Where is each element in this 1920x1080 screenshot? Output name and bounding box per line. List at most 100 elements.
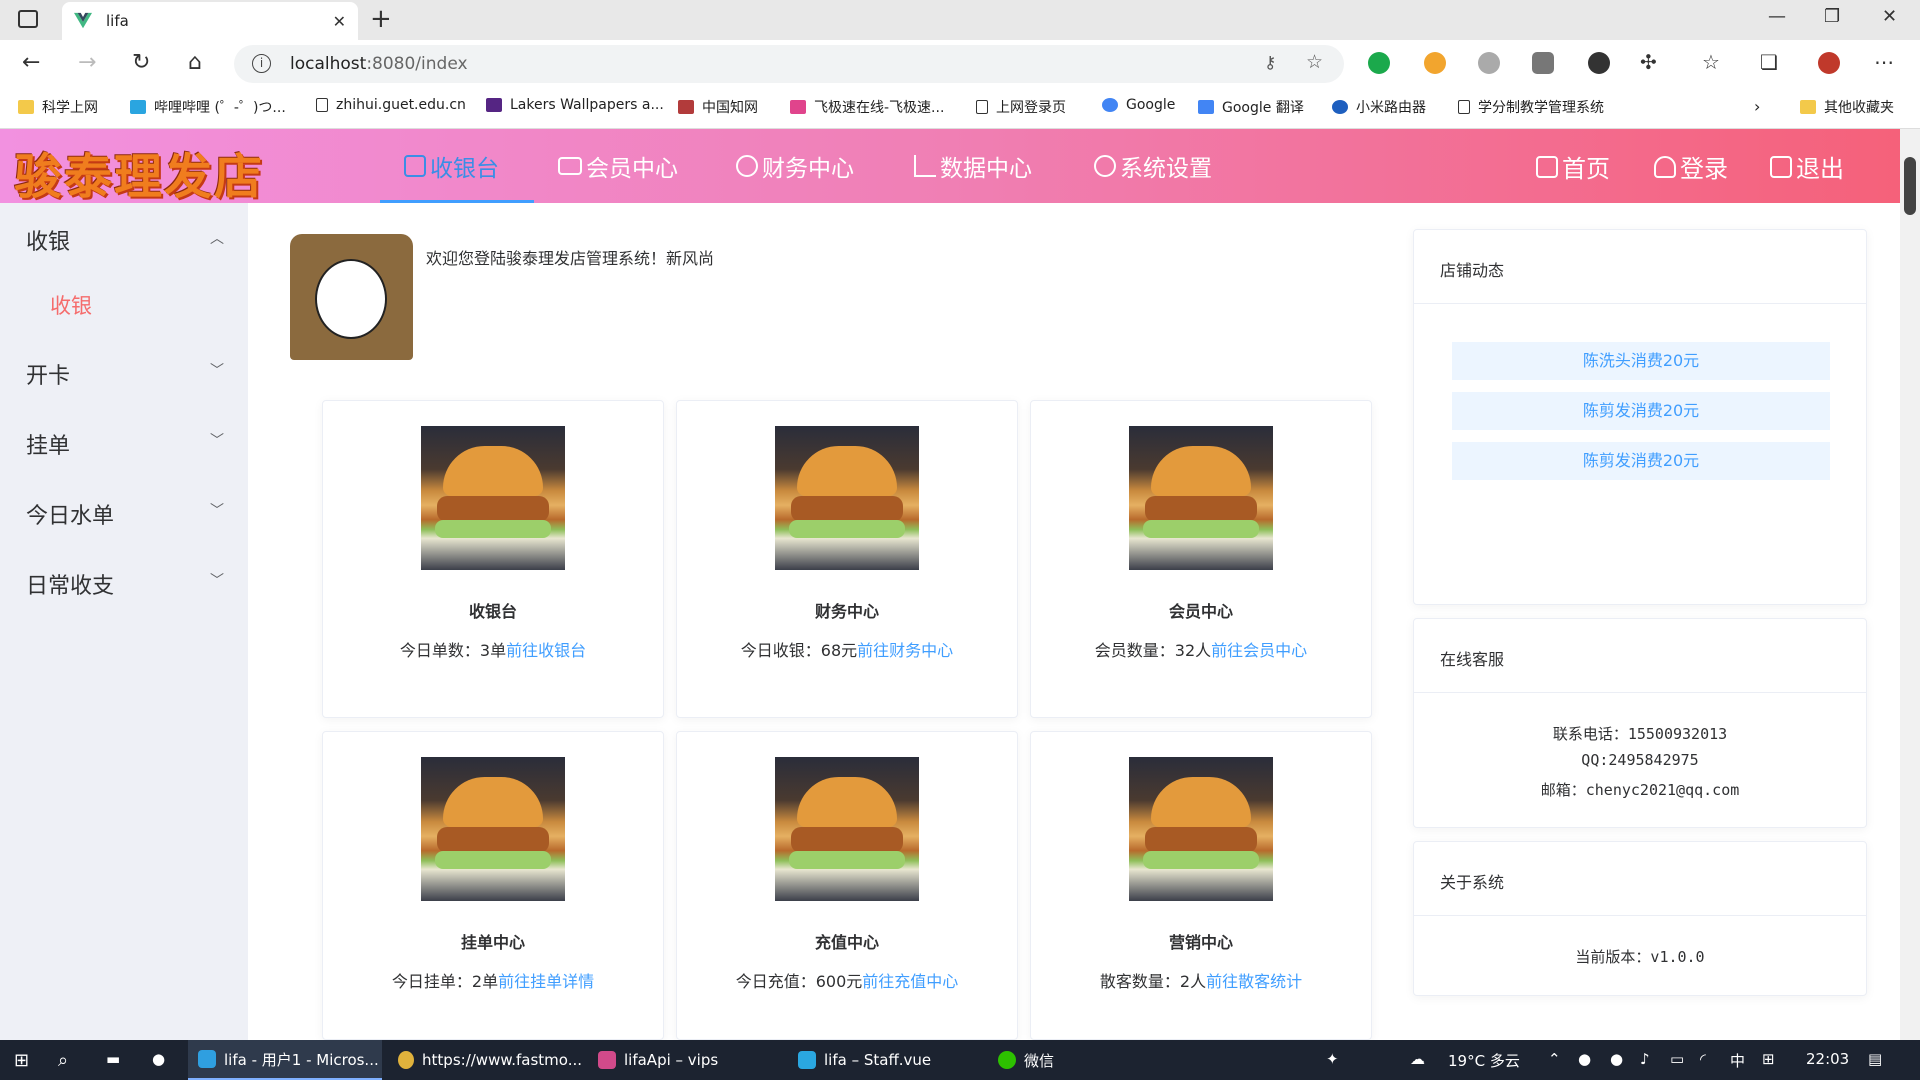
- nav-home[interactable]: 首页: [1536, 149, 1610, 184]
- scrollbar-thumb[interactable]: [1904, 157, 1916, 215]
- forward-icon[interactable]: →: [78, 50, 96, 75]
- profile-avatar[interactable]: [1818, 52, 1840, 74]
- extension-dark-icon[interactable]: [1588, 52, 1610, 74]
- extensions-puzzle-icon[interactable]: ✣: [1640, 50, 1657, 74]
- menu-group-pending[interactable]: 挂单: [26, 428, 70, 460]
- new-tab-icon[interactable]: +: [370, 4, 392, 34]
- bookmark-item[interactable]: zhihui.guet.edu.cn: [316, 97, 466, 113]
- chevron-down-icon[interactable]: ﹀: [210, 360, 224, 380]
- wifi-icon[interactable]: ◜: [1700, 1050, 1706, 1068]
- address-bar[interactable]: i localhost:8080/index ⚷ ☆: [234, 45, 1344, 83]
- bookmarks-overflow-icon[interactable]: ›: [1754, 97, 1760, 116]
- welcome-avatar-image: [290, 234, 413, 360]
- notification-center-icon[interactable]: ▤: [1868, 1050, 1882, 1068]
- taskbar-idea[interactable]: lifaApi – vips: [588, 1040, 782, 1080]
- page-scrollbar[interactable]: [1900, 129, 1920, 1040]
- favorites-icon[interactable]: ☆: [1702, 50, 1720, 74]
- bookmark-item[interactable]: Google: [1102, 97, 1175, 113]
- extension-shield-icon[interactable]: [1368, 52, 1390, 74]
- extension-gray-icon[interactable]: [1478, 52, 1500, 74]
- router-icon: [1332, 100, 1348, 114]
- minimize-icon[interactable]: —: [1768, 6, 1786, 27]
- card-stat: 会员数量：32人: [1094, 641, 1212, 660]
- nav-cashier[interactable]: 收银台: [404, 149, 499, 183]
- chevron-up-icon[interactable]: ︿: [210, 228, 224, 248]
- tab-actions-icon[interactable]: [18, 10, 38, 28]
- card-link[interactable]: 前往收银台: [506, 641, 586, 660]
- more-menu-icon[interactable]: ⋯: [1874, 50, 1894, 74]
- card-link[interactable]: 前往财务中心: [857, 641, 953, 660]
- app-icon[interactable]: ●: [152, 1050, 165, 1068]
- tray-app-icon[interactable]: ●: [1610, 1050, 1623, 1068]
- bookmark-item[interactable]: 其他收藏夹: [1800, 97, 1894, 117]
- menu-group-card[interactable]: 开卡: [26, 358, 70, 390]
- ime-indicator[interactable]: 中: [1730, 1050, 1745, 1071]
- menu-group-cashier[interactable]: 收银: [26, 224, 70, 256]
- taskbar-webstorm[interactable]: lifa – Staff.vue: [788, 1040, 982, 1080]
- news-item[interactable]: 陈洗头消费20元: [1452, 342, 1830, 380]
- extension-square-icon[interactable]: [1532, 52, 1554, 74]
- nav-data[interactable]: 数据中心: [914, 149, 1032, 183]
- back-icon[interactable]: ←: [22, 50, 40, 75]
- notification-app-icon[interactable]: ✦: [1326, 1050, 1339, 1068]
- tab-title: lifa: [106, 12, 129, 30]
- bookmark-item[interactable]: 中国知网: [678, 97, 758, 117]
- tray-wechat-icon[interactable]: ●: [1578, 1050, 1591, 1068]
- battery-icon[interactable]: ▭: [1670, 1050, 1684, 1068]
- bookmark-item[interactable]: 飞极速在线-飞极速...: [790, 97, 944, 117]
- keyboard-icon[interactable]: ⊞: [1762, 1050, 1775, 1068]
- volume-icon[interactable]: ♪: [1640, 1050, 1650, 1068]
- bookmark-item[interactable]: Google 翻译: [1198, 97, 1304, 117]
- nav-finance[interactable]: 财务中心: [736, 149, 854, 183]
- taskbar-edge[interactable]: lifa - 用户1 - Micros...: [188, 1040, 382, 1080]
- taskbar-wechat[interactable]: 微信: [988, 1040, 1182, 1080]
- extension-badge-icon[interactable]: [1424, 52, 1446, 74]
- google-translate-icon: [1198, 100, 1214, 114]
- chevron-down-icon[interactable]: ﹀: [210, 500, 224, 520]
- nav-member[interactable]: 会员中心: [558, 149, 678, 183]
- browser-tab[interactable]: lifa ✕: [62, 2, 358, 40]
- close-window-icon[interactable]: ✕: [1882, 6, 1897, 27]
- favorite-add-icon[interactable]: ☆: [1306, 51, 1323, 73]
- key-icon[interactable]: ⚷: [1264, 53, 1276, 73]
- nav-login[interactable]: 登录: [1654, 149, 1728, 184]
- card-title: 收银台: [468, 602, 517, 621]
- news-item[interactable]: 陈剪发消费20元: [1452, 442, 1830, 480]
- bookmark-item[interactable]: 小米路由器: [1332, 97, 1426, 117]
- refresh-icon[interactable]: ↻: [132, 50, 150, 75]
- tray-expand-icon[interactable]: ⌃: [1548, 1050, 1561, 1068]
- nav-logout[interactable]: 退出: [1770, 149, 1844, 184]
- bookmark-item[interactable]: 哔哩哔哩 (゜-゜)つ...: [130, 97, 286, 117]
- menu-group-today-bills[interactable]: 今日水单: [26, 498, 114, 530]
- card-title: 营销中心: [1168, 933, 1233, 952]
- card-link[interactable]: 前往挂单详情: [498, 972, 594, 991]
- bookmark-item[interactable]: 科学上网: [18, 97, 98, 117]
- nav-settings[interactable]: 系统设置: [1094, 149, 1212, 183]
- collections-icon[interactable]: ❏: [1760, 50, 1778, 74]
- clock[interactable]: 22:03: [1806, 1050, 1849, 1068]
- menu-item-cashier[interactable]: 收银: [50, 290, 92, 320]
- search-icon[interactable]: ⌕: [58, 1050, 68, 1071]
- chevron-down-icon[interactable]: ﹀: [210, 430, 224, 450]
- bookmark-item[interactable]: 学分制教学管理系统: [1458, 97, 1604, 117]
- card-link[interactable]: 前往充值中心: [862, 972, 958, 991]
- card-link[interactable]: 前往散客统计: [1206, 972, 1302, 991]
- restore-icon[interactable]: ❐: [1824, 6, 1840, 27]
- news-item[interactable]: 陈剪发消费20元: [1452, 392, 1830, 430]
- home-icon[interactable]: ⌂: [188, 50, 202, 75]
- weather-text[interactable]: 19°C 多云: [1448, 1050, 1520, 1071]
- file-explorer-icon[interactable]: ▬: [106, 1050, 120, 1068]
- site-info-icon[interactable]: i: [252, 54, 271, 73]
- intellij-icon: [598, 1051, 616, 1069]
- bookmark-item[interactable]: 上网登录页: [976, 97, 1066, 117]
- menu-group-daily-cash[interactable]: 日常收支: [26, 568, 114, 600]
- google-icon: [1102, 98, 1118, 112]
- taskbar-chrome[interactable]: https://www.fastmo...: [388, 1040, 582, 1080]
- card-link[interactable]: 前往会员中心: [1211, 641, 1307, 660]
- bookmark-item[interactable]: Lakers Wallpapers a...: [486, 97, 664, 113]
- windows-start-icon[interactable]: ⊞: [14, 1050, 29, 1071]
- vip-icon: [558, 157, 582, 175]
- tab-close-icon[interactable]: ✕: [333, 12, 346, 31]
- chevron-down-icon[interactable]: ﹀: [210, 570, 224, 590]
- url-host: localhost: [290, 54, 367, 74]
